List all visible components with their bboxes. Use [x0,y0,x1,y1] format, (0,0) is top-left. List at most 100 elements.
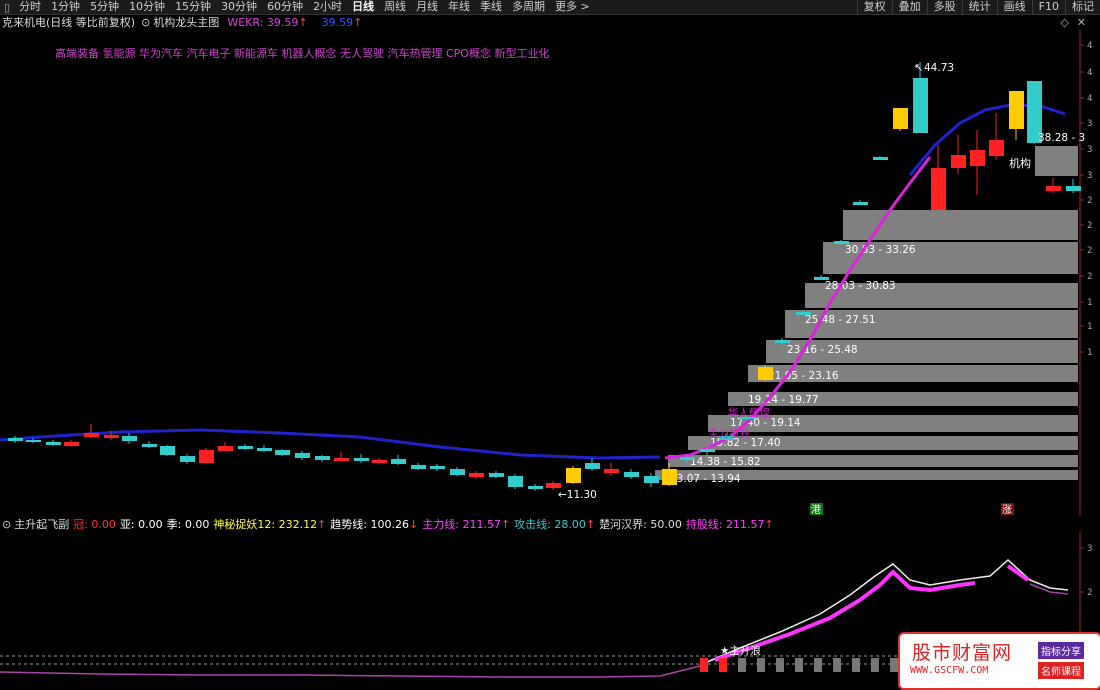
sub-chart-title-bar: ⊙ 主升起飞副 冠: 0.00 亚: 0.00 季: 0.00 神秘捉妖12: 232… [0,516,1100,532]
candle-body [199,450,214,463]
watermark-url: WWW.GSCFW.COM [910,665,989,676]
bottom-bar [719,658,727,672]
candle-body [142,444,157,447]
candle-body [64,442,79,446]
candle-body [585,463,600,469]
candle-body [913,78,928,133]
sub-field-6: 攻击线: 28.00↑ [514,518,595,531]
cut-zone-label: 38.28 - 3 [1038,132,1085,144]
period-tab-1[interactable]: 1分钟 [46,0,85,14]
sub-field-value: 50.00 [646,518,682,531]
candle-body [775,340,790,343]
low-price-label: ←11.30 [558,489,597,501]
zhang-marker: 涨 [1002,504,1012,516]
period-tab-13[interactable]: 多周期 [507,0,550,14]
y-axis-label: 2 [1087,272,1092,282]
bottom-bar [700,658,708,672]
toolbar-button-4[interactable]: 画线 [996,0,1032,14]
candle-body [180,456,195,462]
sub-field-value: 0.00 [87,518,116,531]
period-tab-9[interactable]: 周线 [379,0,411,14]
sub-field-0: 冠: 0.00 [73,518,116,531]
candle-body [430,466,445,469]
sub-field-value: 28.00 [550,518,586,531]
toolbar-button-6[interactable]: 标记 [1065,0,1100,14]
period-tab-3[interactable]: 10分钟 [124,0,170,14]
main-chart[interactable]: 4 4 4 3 3 3 2 2 2 2 1 1 1 13.07 - 13.94 14.38 - 15.82 1… [0,16,1100,516]
sub-field-value: 100.26 [367,518,410,531]
down-arrow-icon: ↓ [409,518,419,531]
toolbar-button-2[interactable]: 多股 [926,0,962,14]
candle-body [8,438,23,441]
candle-body [122,436,137,441]
y-axis-label: 2 [1087,196,1092,206]
bottom-bar [776,658,784,672]
sub-field-label: 持股线: [685,518,723,531]
y-axis-label: 1 [1087,322,1092,332]
bottom-bar [757,658,765,672]
y-axis-label: 3 [1087,171,1092,181]
sub-field-2: 季: 0.00 [167,518,210,531]
period-tab-6[interactable]: 60分钟 [262,0,308,14]
gang-marker: 港 [811,504,821,516]
candle-body [334,458,349,461]
sub-field-4: 趋势线: 100.26↓ [330,518,418,531]
sub-field-value: 232.12 [275,518,318,531]
candle-body [391,459,406,464]
candle-body [931,168,946,210]
period-tab-0[interactable]: 分时 [14,0,46,14]
zone-label: 23.16 - 25.48 [787,344,858,356]
candle-body [160,446,175,455]
candle-body [238,446,253,449]
sub-field-value: 0.00 [134,518,163,531]
period-tab-7[interactable]: 2小时 [308,0,347,14]
y-axis-label: 4 [1087,41,1092,51]
toolbar-menu-icon[interactable]: ▯ [0,1,14,14]
zone-label: 21.05 - 23.16 [768,370,839,382]
sub-field-label: 楚河汉界: [599,518,647,531]
y-axis-label: 4 [1087,94,1092,104]
candle-body [489,473,504,477]
candle-body [566,468,581,483]
candle-body [46,442,61,445]
purple-label-1: 华人辉煌 [728,406,770,419]
candle-body [700,449,715,452]
candle-body [26,440,41,442]
sub-field-label: 亚: [119,518,135,531]
sub-field-label: 趋势线: [330,518,368,531]
toolbar-right-buttons: 复权 叠加 多股 统计 画线 F10 标记 [856,0,1100,14]
candle-body [604,469,619,473]
toolbar-button-5[interactable]: F10 [1031,0,1065,14]
candle-body [411,465,426,469]
period-tab-8[interactable]: 日线 [347,0,379,14]
sub-field-5: 主力线: 211.57↑ [422,518,510,531]
zone-label: 14.38 - 15.82 [690,456,761,468]
period-tab-4[interactable]: 15分钟 [170,0,216,14]
bottom-bar [852,658,860,672]
sub-field-label: 冠: [73,518,88,531]
candle-body [644,476,659,483]
period-tab-10[interactable]: 月线 [411,0,443,14]
period-tab-12[interactable]: 季线 [475,0,507,14]
bottom-bar [795,658,803,672]
period-tab-11[interactable]: 年线 [443,0,475,14]
high-arrow-icon: ↖ [914,61,923,74]
jigou-label: 机构 [1009,156,1031,170]
sub-y-axis-label: 2 [1087,588,1092,598]
toolbar-button-0[interactable]: 复权 [856,0,892,14]
sub-indicator-name[interactable]: 主升起飞副 [14,516,69,532]
up-arrow-icon: ↑ [764,518,774,531]
period-tab-5[interactable]: 30分钟 [216,0,262,14]
sub-indicator-dropdown-icon[interactable]: ⊙ [2,518,11,531]
toolbar-button-3[interactable]: 统计 [961,0,997,14]
sub-field-7: 楚河汉界: 50.00 [599,518,682,531]
candle-body [257,448,272,451]
candle-body [758,367,773,380]
period-tab-2[interactable]: 5分钟 [85,0,124,14]
period-tab-14[interactable]: 更多 > [550,0,595,14]
sub-field-label: 季: [166,518,182,531]
toolbar-button-1[interactable]: 叠加 [891,0,927,14]
candle-body [372,460,387,463]
sub-field-label: 主力线: [422,518,459,531]
candle-body [546,483,561,488]
